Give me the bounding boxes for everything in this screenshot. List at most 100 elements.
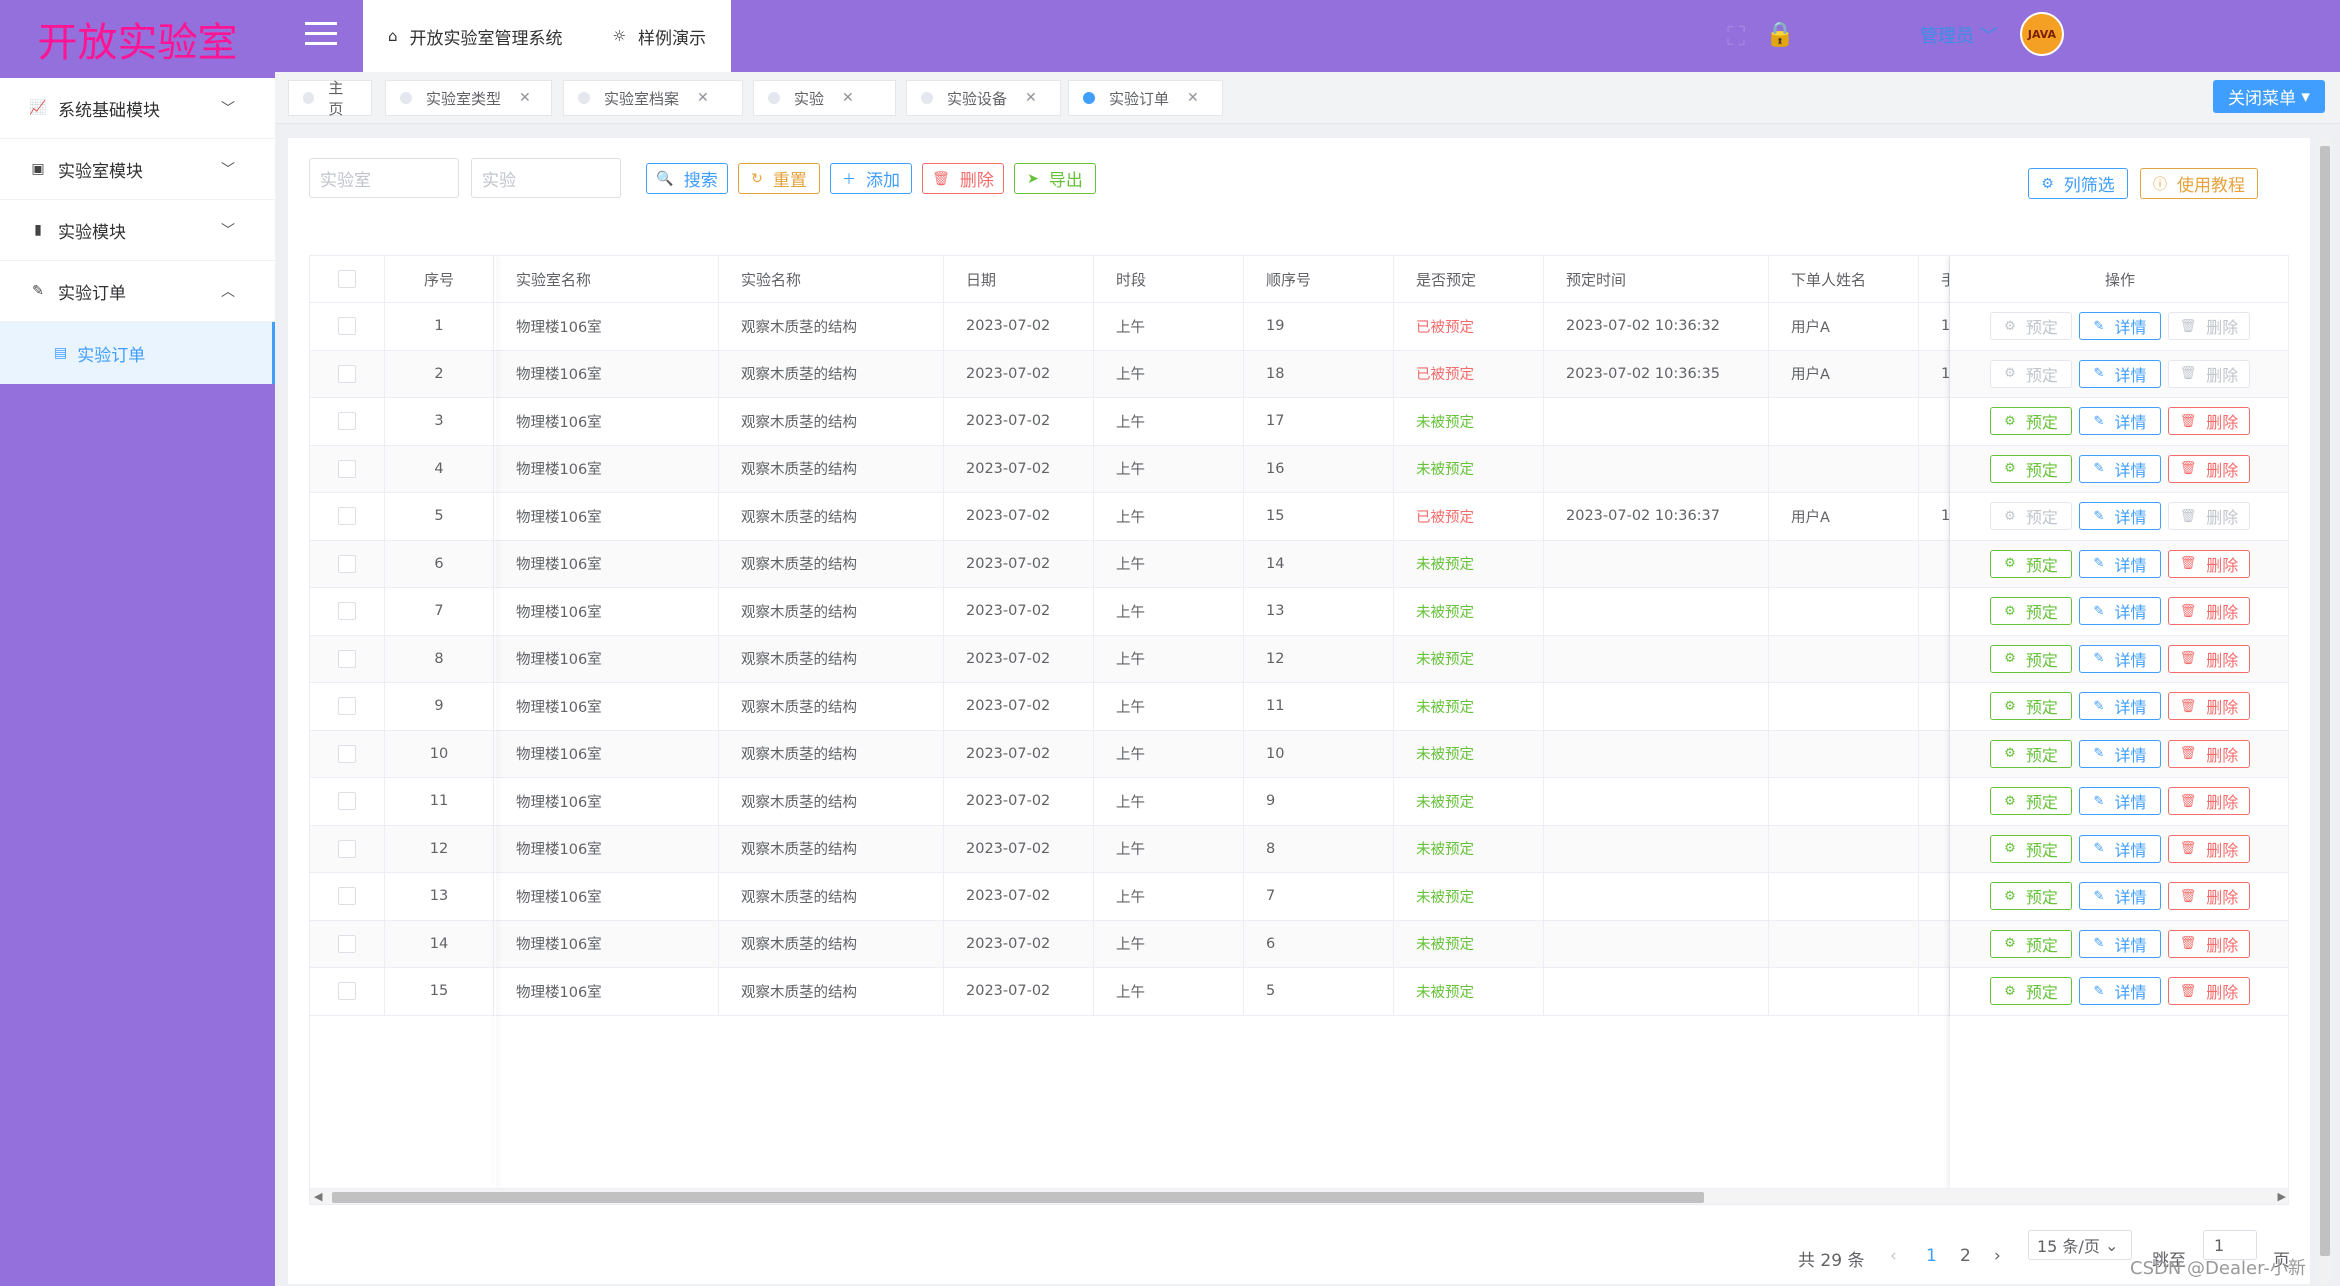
checkbox[interactable] bbox=[338, 507, 356, 526]
checkbox[interactable] bbox=[338, 459, 356, 478]
row-delete-button[interactable]: 🗑 删除 bbox=[2168, 359, 2250, 388]
row-select[interactable] bbox=[310, 778, 385, 825]
detail-button[interactable]: ✎ 详情 bbox=[2079, 787, 2161, 816]
row-delete-button[interactable]: 🗑 删除 bbox=[2168, 739, 2250, 768]
admin-dropdown[interactable]: 管理员 ﹀ bbox=[1920, 22, 1998, 48]
column-filter-button[interactable]: ⚙ 列筛选 bbox=[2028, 168, 2128, 199]
checkbox[interactable] bbox=[338, 982, 356, 1001]
row-select[interactable] bbox=[310, 920, 385, 967]
close-menu-button[interactable]: 关闭菜单 ▾ bbox=[2213, 80, 2325, 113]
row-select[interactable] bbox=[310, 303, 385, 350]
row-select[interactable] bbox=[310, 635, 385, 682]
row-delete-button[interactable]: 🗑 删除 bbox=[2168, 787, 2250, 816]
tab-lab-type[interactable]: 实验室类型 ✕ bbox=[385, 80, 552, 116]
row-select[interactable] bbox=[310, 683, 385, 730]
detail-button[interactable]: ✎ 详情 bbox=[2079, 359, 2161, 388]
page-size-select[interactable]: 15 条/页 ⌄ bbox=[2028, 1230, 2132, 1260]
row-delete-button[interactable]: 🗑 删除 bbox=[2168, 692, 2250, 721]
book-button[interactable]: ⚙ 预定 bbox=[1990, 597, 2072, 626]
close-icon[interactable]: ✕ bbox=[519, 90, 531, 106]
detail-button[interactable]: ✎ 详情 bbox=[2079, 929, 2161, 958]
row-select[interactable] bbox=[310, 445, 385, 492]
book-button[interactable]: ⚙ 预定 bbox=[1990, 834, 2072, 863]
sidebar-item-orders[interactable]: ✎ 实验订单 ︿ bbox=[0, 261, 275, 322]
book-button[interactable]: ⚙ 预定 bbox=[1990, 739, 2072, 768]
tutorial-button[interactable]: ⓘ 使用教程 bbox=[2140, 168, 2258, 199]
row-select[interactable] bbox=[310, 873, 385, 920]
close-icon[interactable]: ✕ bbox=[1187, 90, 1199, 106]
book-button[interactable]: ⚙ 预定 bbox=[1990, 692, 2072, 721]
checkbox[interactable] bbox=[338, 792, 356, 811]
checkbox[interactable] bbox=[338, 317, 356, 336]
row-delete-button[interactable]: 🗑 删除 bbox=[2168, 312, 2250, 341]
row-select[interactable] bbox=[310, 493, 385, 540]
row-select[interactable] bbox=[310, 730, 385, 777]
lock-icon[interactable]: 🔒 bbox=[1765, 20, 1795, 48]
checkbox[interactable] bbox=[338, 744, 356, 763]
book-button[interactable]: ⚙ 预定 bbox=[1990, 359, 2072, 388]
checkbox[interactable] bbox=[338, 364, 356, 383]
detail-button[interactable]: ✎ 详情 bbox=[2079, 882, 2161, 911]
detail-button[interactable]: ✎ 详情 bbox=[2079, 549, 2161, 578]
checkbox[interactable] bbox=[338, 839, 356, 858]
row-delete-button[interactable]: 🗑 删除 bbox=[2168, 929, 2250, 958]
row-delete-button[interactable]: 🗑 删除 bbox=[2168, 597, 2250, 626]
checkbox[interactable] bbox=[338, 934, 356, 953]
pagination-page-2[interactable]: 2 bbox=[1960, 1246, 1971, 1266]
delete-button[interactable]: 🗑 删除 bbox=[922, 163, 1004, 194]
detail-button[interactable]: ✎ 详情 bbox=[2079, 977, 2161, 1006]
row-delete-button[interactable]: 🗑 删除 bbox=[2168, 502, 2250, 531]
detail-button[interactable]: ✎ 详情 bbox=[2079, 454, 2161, 483]
horizontal-scrollbar[interactable]: ◀ ▶ bbox=[310, 1188, 2288, 1204]
experiment-search-input[interactable]: 实验 bbox=[471, 158, 621, 198]
tab-equipment[interactable]: 实验设备 ✕ bbox=[906, 80, 1061, 116]
checkbox[interactable] bbox=[338, 412, 356, 431]
book-button[interactable]: ⚙ 预定 bbox=[1990, 929, 2072, 958]
row-delete-button[interactable]: 🗑 删除 bbox=[2168, 882, 2250, 911]
checkbox[interactable] bbox=[338, 649, 356, 668]
scroll-right-icon[interactable]: ▶ bbox=[2278, 1190, 2286, 1203]
row-delete-button[interactable]: 🗑 删除 bbox=[2168, 644, 2250, 673]
checkbox[interactable] bbox=[338, 887, 356, 906]
detail-button[interactable]: ✎ 详情 bbox=[2079, 407, 2161, 436]
row-delete-button[interactable]: 🗑 删除 bbox=[2168, 407, 2250, 436]
book-button[interactable]: ⚙ 预定 bbox=[1990, 407, 2072, 436]
book-button[interactable]: ⚙ 预定 bbox=[1990, 977, 2072, 1006]
export-button[interactable]: ➤ 导出 bbox=[1014, 163, 1096, 194]
book-button[interactable]: ⚙ 预定 bbox=[1990, 549, 2072, 578]
close-icon[interactable]: ✕ bbox=[697, 90, 709, 106]
pagination-page-1[interactable]: 1 bbox=[1926, 1246, 1937, 1266]
book-button[interactable]: ⚙ 预定 bbox=[1990, 312, 2072, 341]
scroll-left-icon[interactable]: ◀ bbox=[314, 1190, 322, 1203]
detail-button[interactable]: ✎ 详情 bbox=[2079, 644, 2161, 673]
avatar[interactable]: JAVA bbox=[2020, 12, 2064, 56]
row-select[interactable] bbox=[310, 350, 385, 397]
row-select[interactable] bbox=[310, 588, 385, 635]
close-icon[interactable]: ✕ bbox=[842, 90, 854, 106]
detail-button[interactable]: ✎ 详情 bbox=[2079, 834, 2161, 863]
book-button[interactable]: ⚙ 预定 bbox=[1990, 502, 2072, 531]
tab-home[interactable]: 主页 bbox=[288, 79, 372, 118]
book-button[interactable]: ⚙ 预定 bbox=[1990, 644, 2072, 673]
header-select-all[interactable] bbox=[310, 256, 385, 302]
detail-button[interactable]: ✎ 详情 bbox=[2079, 502, 2161, 531]
sidebar-subitem-orders[interactable]: ▤ 实验订单 bbox=[0, 322, 275, 384]
row-select[interactable] bbox=[310, 968, 385, 1015]
hamburger-icon[interactable] bbox=[305, 22, 337, 50]
row-delete-button[interactable]: 🗑 删除 bbox=[2168, 977, 2250, 1006]
add-button[interactable]: ＋ 添加 bbox=[830, 163, 912, 194]
row-select[interactable] bbox=[310, 825, 385, 872]
book-button[interactable]: ⚙ 预定 bbox=[1990, 454, 2072, 483]
row-delete-button[interactable]: 🗑 删除 bbox=[2168, 454, 2250, 483]
checkbox[interactable] bbox=[338, 697, 356, 716]
row-select[interactable] bbox=[310, 398, 385, 445]
close-icon[interactable]: ✕ bbox=[1025, 90, 1037, 106]
scrollbar-thumb[interactable] bbox=[2320, 146, 2330, 1256]
book-button[interactable]: ⚙ 预定 bbox=[1990, 882, 2072, 911]
checkbox[interactable] bbox=[338, 554, 356, 573]
detail-button[interactable]: ✎ 详情 bbox=[2079, 739, 2161, 768]
fullscreen-icon[interactable]: ⛶ bbox=[1727, 22, 1745, 53]
detail-button[interactable]: ✎ 详情 bbox=[2079, 312, 2161, 341]
pagination-next[interactable]: › bbox=[1994, 1246, 2001, 1266]
tab-orders[interactable]: 实验订单 ✕ bbox=[1068, 80, 1223, 116]
